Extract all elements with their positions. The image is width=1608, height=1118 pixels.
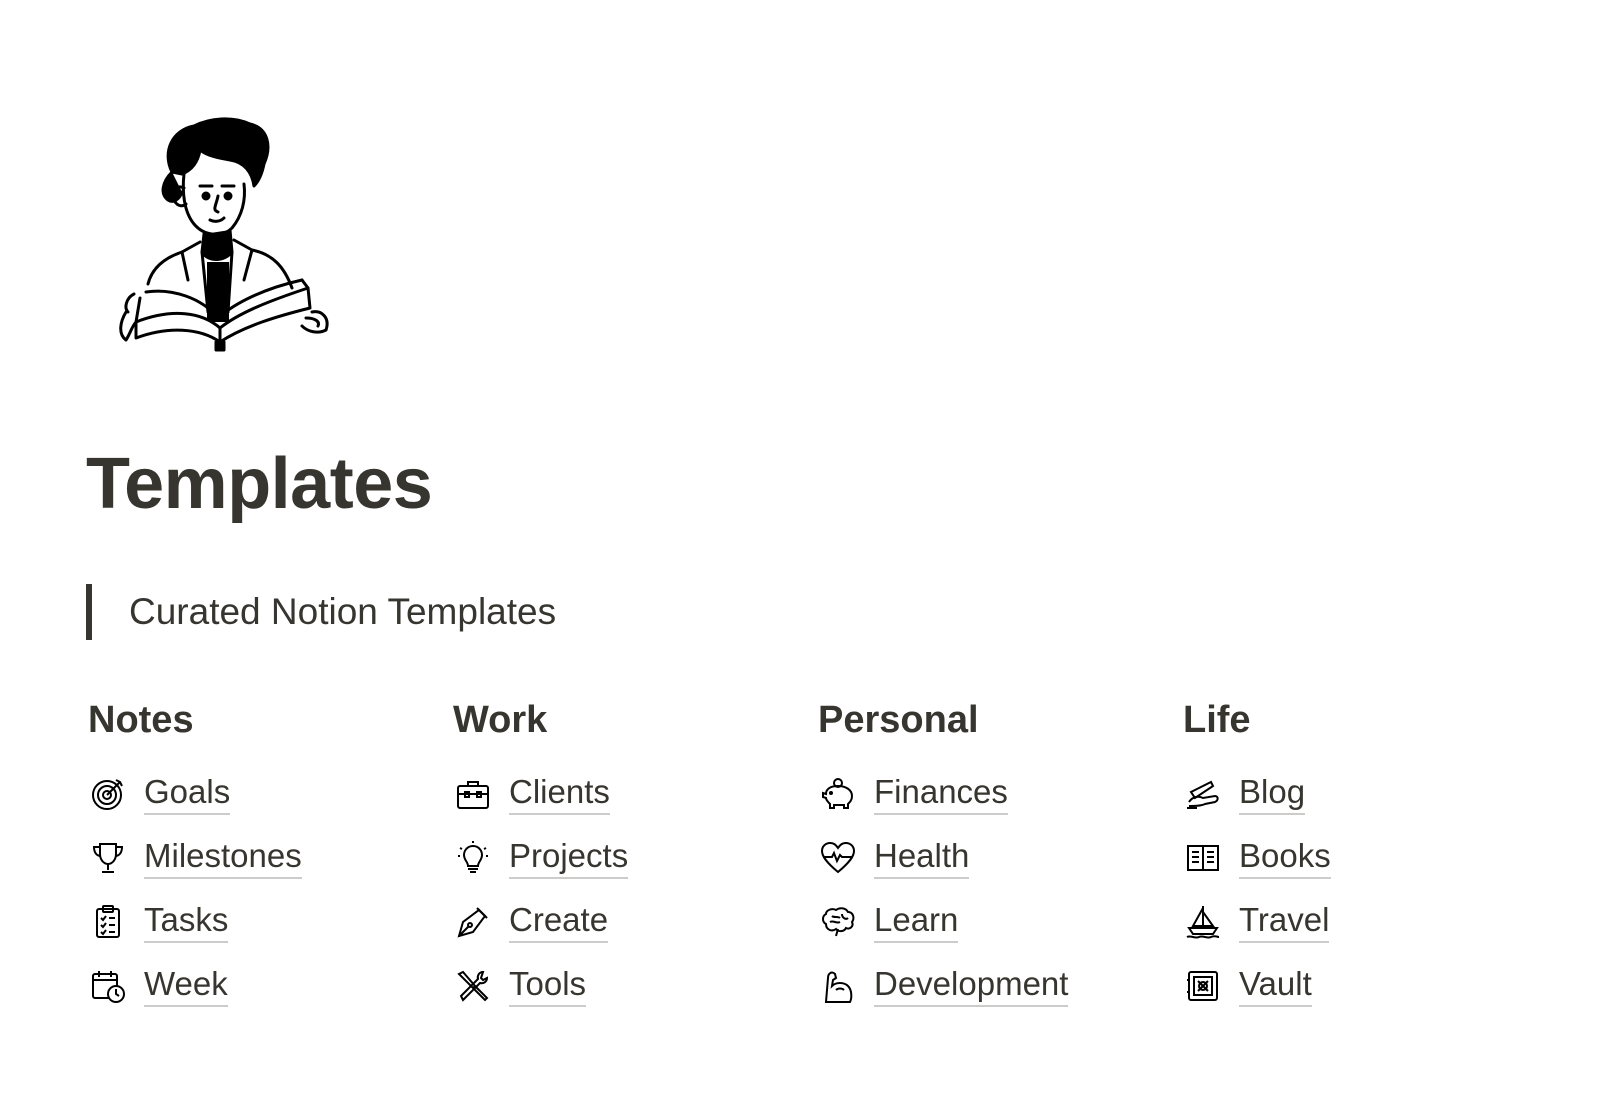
lightbulb-icon: [453, 838, 493, 878]
link-label[interactable]: Finances: [874, 773, 1008, 815]
link-label[interactable]: Projects: [509, 837, 629, 879]
link-label[interactable]: Create: [509, 901, 609, 943]
calendar-clock-icon: [88, 966, 128, 1006]
page-link-clients[interactable]: Clients: [453, 762, 818, 826]
briefcase-icon: [453, 774, 493, 814]
clipboard-checklist-icon: [88, 902, 128, 942]
link-label[interactable]: Clients: [509, 773, 610, 815]
column-heading: Personal: [818, 699, 979, 741]
column-notes: Notes Goals Milestones Tasks Week: [88, 698, 453, 1018]
page-link-finances[interactable]: Finances: [818, 762, 1183, 826]
page-link-development[interactable]: Development: [818, 954, 1183, 1018]
column-heading: Notes: [88, 699, 194, 741]
link-label[interactable]: Tools: [509, 965, 587, 1007]
page-link-travel[interactable]: Travel: [1183, 890, 1548, 954]
brain-icon: [818, 902, 858, 942]
link-label[interactable]: Books: [1239, 837, 1331, 879]
column-personal: Personal Finances Health Learn Developme…: [818, 698, 1183, 1018]
quote-block: Curated Notion Templates: [86, 584, 556, 640]
page-link-health[interactable]: Health: [818, 826, 1183, 890]
flexed-arm-icon: [818, 966, 858, 1006]
page-link-books[interactable]: Books: [1183, 826, 1548, 890]
page-link-milestones[interactable]: Milestones: [88, 826, 453, 890]
link-label[interactable]: Goals: [144, 773, 231, 815]
writing-hand-icon: [1183, 774, 1223, 814]
page-link-goals[interactable]: Goals: [88, 762, 453, 826]
open-book-icon: [1183, 838, 1223, 878]
page-link-tools[interactable]: Tools: [453, 954, 818, 1018]
safe-icon: [1183, 966, 1223, 1006]
column-heading: Work: [453, 699, 548, 741]
column-heading: Life: [1183, 699, 1251, 741]
link-label[interactable]: Tasks: [144, 901, 229, 943]
wrench-screwdriver-icon: [453, 966, 493, 1006]
page-icon-reading-person[interactable]: [112, 112, 342, 352]
link-label[interactable]: Development: [874, 965, 1069, 1007]
trophy-icon: [88, 838, 128, 878]
sailboat-icon: [1183, 902, 1223, 942]
page-link-week[interactable]: Week: [88, 954, 453, 1018]
target-icon: [88, 774, 128, 814]
heartbeat-icon: [818, 838, 858, 878]
link-label[interactable]: Travel: [1239, 901, 1330, 943]
link-label[interactable]: Blog: [1239, 773, 1306, 815]
link-label[interactable]: Learn: [874, 901, 959, 943]
page-link-blog[interactable]: Blog: [1183, 762, 1548, 826]
link-label[interactable]: Week: [144, 965, 228, 1007]
link-label[interactable]: Vault: [1239, 965, 1312, 1007]
page-link-learn[interactable]: Learn: [818, 890, 1183, 954]
column-work: Work Clients Projects Create Tools: [453, 698, 818, 1018]
page-link-create[interactable]: Create: [453, 890, 818, 954]
link-label[interactable]: Milestones: [144, 837, 302, 879]
piggy-bank-icon: [818, 774, 858, 814]
page-title: Templates: [86, 444, 433, 524]
page-link-vault[interactable]: Vault: [1183, 954, 1548, 1018]
quote-text: Curated Notion Templates: [129, 591, 557, 632]
column-life: Life Blog Books Travel Vault: [1183, 698, 1548, 1018]
columns-container: Notes Goals Milestones Tasks Week Work C…: [88, 698, 1548, 1018]
page-link-projects[interactable]: Projects: [453, 826, 818, 890]
page: Templates Curated Notion Templates Notes…: [0, 0, 1608, 1118]
link-label[interactable]: Health: [874, 837, 970, 879]
page-link-tasks[interactable]: Tasks: [88, 890, 453, 954]
pen-nib-icon: [453, 902, 493, 942]
